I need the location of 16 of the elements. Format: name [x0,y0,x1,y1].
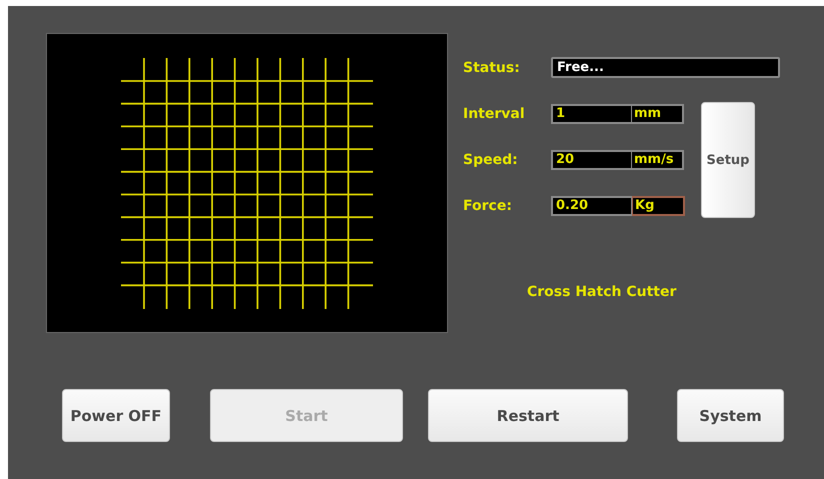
status-field: Free... [551,57,780,78]
unit-field[interactable]: mm [632,104,684,124]
field-label: Interval [463,106,526,122]
status-label: Status: [463,60,521,76]
unit-field[interactable]: mm/s [632,150,684,170]
value-field[interactable]: 20 [551,150,632,170]
value-field[interactable]: 0.20 [551,196,632,216]
unit-field[interactable]: Kg [632,196,685,216]
action-button[interactable]: Power OFF [62,389,170,442]
action-button[interactable]: Restart [428,389,628,442]
value-field[interactable]: 1 [551,104,632,124]
setup-button[interactable]: Setup [701,102,755,218]
app-title: Cross Hatch Cutter [527,284,678,300]
field-label: Speed: [463,152,519,168]
field-label: Force: [463,198,513,214]
action-button[interactable]: System [677,389,784,442]
